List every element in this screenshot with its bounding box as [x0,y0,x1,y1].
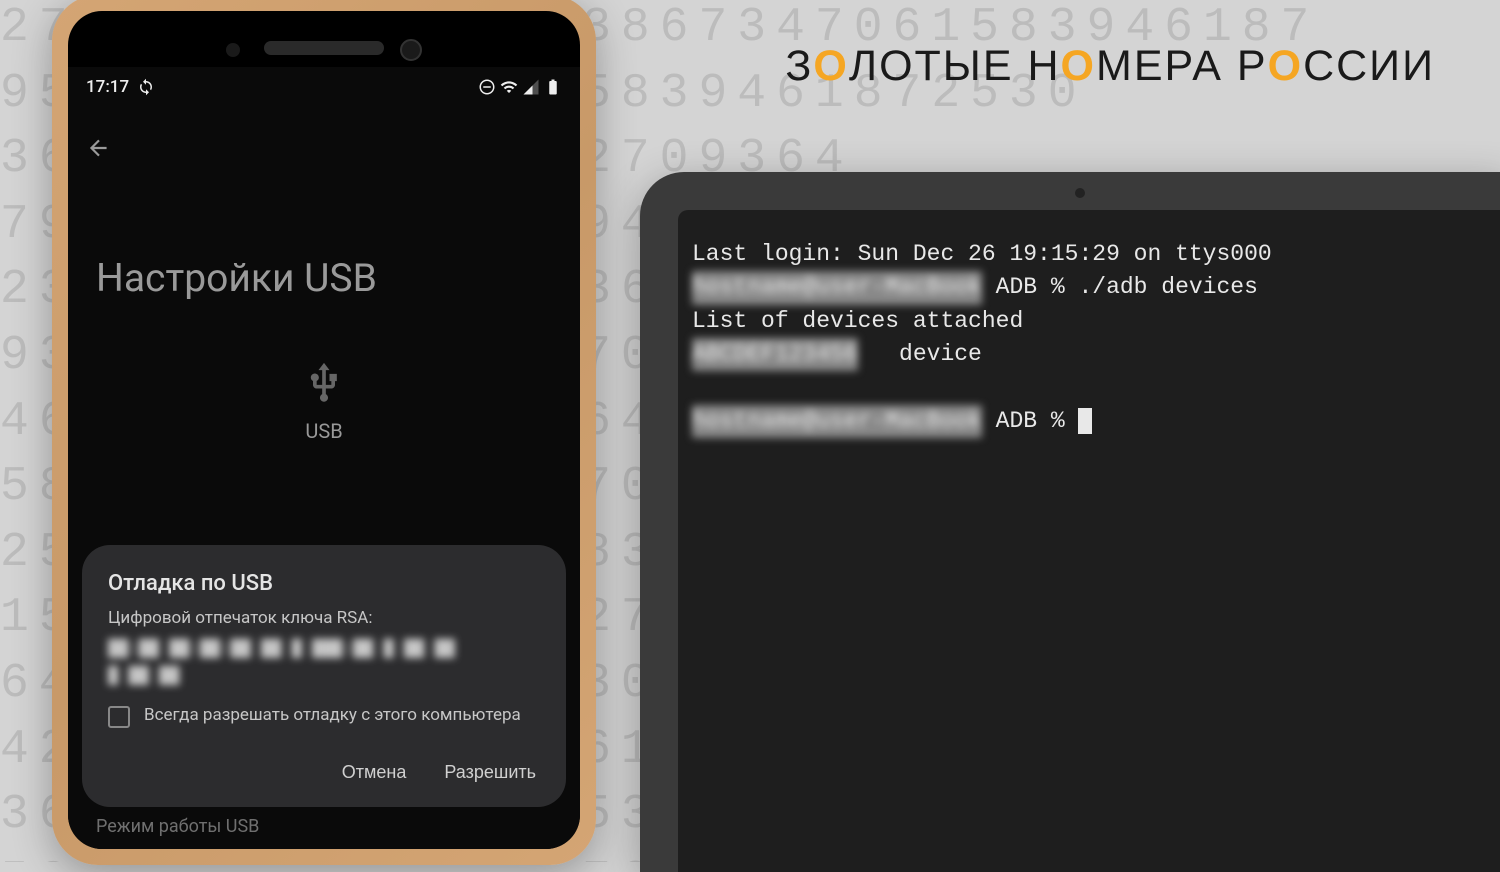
rsa-fingerprint: ██:██ ██:██:██ ██ █ ███:██ █ ██ ██ █ ██ … [108,636,540,690]
laptop-mockup: Last login: Sun Dec 26 19:15:29 on ttys0… [640,172,1500,872]
phone-screen: 17:17 Настройки USB USB [68,67,580,849]
terminal-cursor [1078,408,1092,434]
usb-mode-label: Режим работы USB [96,816,259,837]
allow-button[interactable]: Разрешить [440,752,540,793]
terminal-prompt: ADB % ./adb devices [982,274,1258,300]
laptop-camera [1075,188,1085,198]
terminal-window[interactable]: Last login: Sun Dec 26 19:15:29 on ttys0… [678,210,1500,872]
wifi-icon [500,78,518,96]
terminal-prompt: ADB % [982,408,1079,434]
terminal-redacted: hostname@user-MacBook [692,271,982,304]
phone-speaker [264,41,384,55]
checkbox-label: Всегда разрешать отладку с этого компьют… [144,704,521,726]
terminal-line: device [858,341,982,367]
phone-camera [400,39,422,61]
terminal-redacted: ABCDEF123456 [692,338,858,371]
status-time: 17:17 [86,77,129,97]
terminal-redacted: hostname@user-MacBook [692,405,982,438]
do-not-disturb-icon [478,78,496,96]
dialog-subtitle: Цифровой отпечаток ключа RSA: [108,608,540,628]
usb-icon [302,361,346,405]
terminal-line: Last login: Sun Dec 26 19:15:29 on ttys0… [692,241,1272,267]
always-allow-checkbox-row[interactable]: Всегда разрешать отладку с этого компьют… [108,704,540,728]
usb-label: USB [68,419,580,443]
dialog-title: Отладка по USB [108,571,540,596]
back-button[interactable] [68,107,580,175]
sync-icon [137,78,155,96]
always-allow-checkbox[interactable] [108,706,130,728]
signal-icon [522,78,540,96]
terminal-line: List of devices attached [692,308,1023,334]
usb-debugging-dialog: Отладка по USB Цифровой отпечаток ключа … [82,545,566,807]
page-title: Настройки USB [68,175,580,321]
phone-sensor [226,43,240,57]
phone-mockup: 17:17 Настройки USB USB [52,0,596,865]
brand-logo: ЗОЛОТЫЕ НОМЕРА РОССИИ [785,42,1435,91]
cancel-button[interactable]: Отмена [338,752,411,793]
usb-section: USB [68,321,580,443]
battery-icon [544,78,562,96]
status-bar: 17:17 [68,67,580,107]
